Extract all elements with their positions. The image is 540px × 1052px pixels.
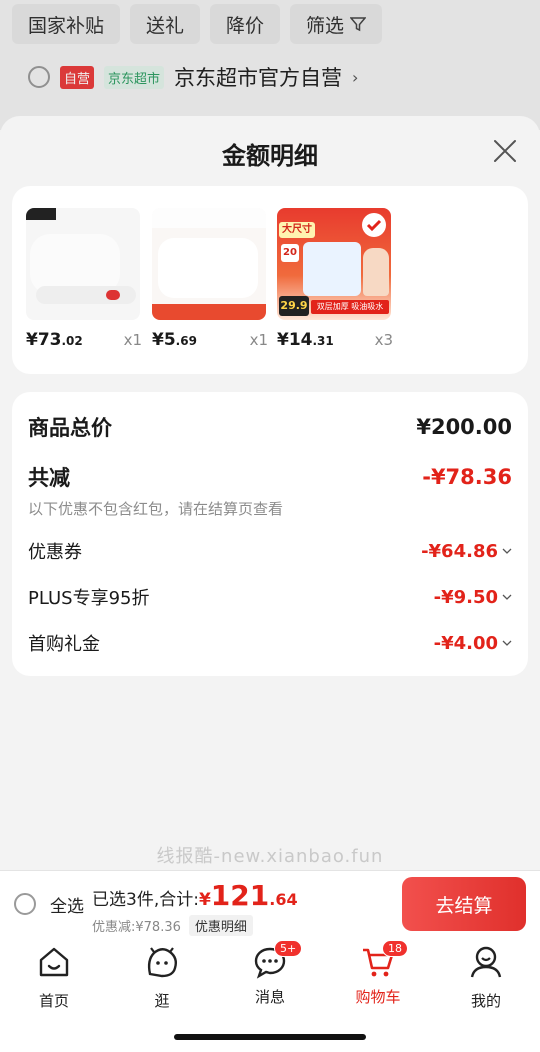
product-price: ¥14.31 bbox=[277, 330, 334, 350]
summary-label: 已选3件,合计: bbox=[92, 890, 199, 910]
product-item[interactable]: ¥5.69 x1 bbox=[152, 208, 268, 350]
amount-detail-sheet: 金额明细 ¥73.02 x1 ¥5.69 x1 大尺寸 20 29.9 双层加厚… bbox=[0, 116, 540, 870]
order-summary: 已选3件,合计: ¥ 121 .64 bbox=[92, 879, 298, 912]
chevron-down-icon bbox=[502, 594, 512, 600]
product-price: ¥5.69 bbox=[152, 330, 197, 350]
tab-label: 购物车 bbox=[355, 988, 401, 1006]
product-price: ¥73.02 bbox=[26, 330, 83, 350]
tab-label: 逛 bbox=[154, 992, 170, 1010]
close-icon[interactable] bbox=[492, 138, 518, 164]
watermark: 线报酷-new.xianbao.fun bbox=[156, 846, 384, 867]
total-amount: 121 bbox=[210, 879, 270, 912]
price-detail-card: 商品总价 ¥200.00 共减 -¥78.36 以下优惠不包含红包，请在结算页查… bbox=[12, 392, 528, 676]
product-tag: 大尺寸 bbox=[279, 222, 315, 238]
discount-detail-link[interactable]: 优惠明细 bbox=[188, 915, 253, 936]
select-all-label[interactable]: 全选 bbox=[50, 892, 84, 917]
currency-symbol: ¥ bbox=[198, 890, 211, 910]
total-reduction-value: -¥78.36 bbox=[422, 465, 512, 489]
checkout-bar: 全选 已选3件,合计: ¥ 121 .64 优惠减:¥78.36 优惠明细 去结… bbox=[0, 870, 540, 936]
total-price-value: ¥200.00 bbox=[416, 415, 512, 439]
browse-icon bbox=[147, 947, 178, 978]
first-purchase-value: -¥4.00 bbox=[433, 632, 498, 654]
check-badge-icon bbox=[362, 213, 386, 237]
checkout-button[interactable]: 去结算 bbox=[402, 877, 526, 931]
product-image bbox=[152, 208, 266, 320]
product-item[interactable]: ¥73.02 x1 bbox=[26, 208, 142, 350]
chevron-down-icon bbox=[502, 640, 512, 646]
select-all-radio[interactable] bbox=[14, 893, 36, 915]
coupon-value: -¥64.86 bbox=[421, 540, 498, 562]
tab-label: 消息 bbox=[254, 988, 285, 1006]
message-badge: 5+ bbox=[274, 940, 303, 957]
tab-label: 我的 bbox=[470, 992, 501, 1010]
tab-home[interactable]: 首页 bbox=[14, 944, 94, 1011]
product-qty: x1 bbox=[123, 331, 142, 349]
total-reduction-row: 共减 -¥78.36 bbox=[28, 462, 512, 492]
home-indicator bbox=[174, 1034, 366, 1040]
tab-cart[interactable]: 18 购物车 bbox=[338, 940, 418, 1007]
coupon-row[interactable]: 优惠券 -¥64.86 bbox=[28, 538, 512, 564]
reduction-note: 以下优惠不包含红包，请在结算页查看 bbox=[28, 500, 284, 518]
tab-browse[interactable]: 逛 bbox=[122, 944, 202, 1011]
product-image: 大尺寸 20 29.9 双层加厚 吸油吸水 bbox=[277, 208, 391, 320]
plus-discount-row[interactable]: PLUS专享95折 -¥9.50 bbox=[28, 584, 512, 610]
product-qty: x1 bbox=[249, 331, 268, 349]
home-icon bbox=[39, 947, 69, 977]
sheet-title: 金额明细 bbox=[222, 142, 318, 170]
price-badge: 29.9 bbox=[279, 296, 309, 316]
tab-messages[interactable]: 5+ 消息 bbox=[230, 940, 310, 1007]
plus-discount-value: -¥9.50 bbox=[433, 586, 498, 608]
product-caption: 双层加厚 吸油吸水 bbox=[311, 300, 389, 314]
total-price-row: 商品总价 ¥200.00 bbox=[28, 412, 512, 442]
coupon-label: 优惠券 bbox=[28, 542, 82, 563]
total-amount-decimal: .64 bbox=[269, 890, 298, 909]
plus-discount-label: PLUS专享95折 bbox=[28, 588, 150, 609]
tab-label: 首页 bbox=[38, 992, 69, 1010]
first-purchase-row[interactable]: 首购礼金 -¥4.00 bbox=[28, 630, 512, 656]
discount-text: 优惠减:¥78.36 bbox=[92, 920, 181, 935]
total-price-label: 商品总价 bbox=[28, 416, 112, 440]
cart-badge: 18 bbox=[382, 940, 408, 957]
first-purchase-label: 首购礼金 bbox=[28, 634, 100, 655]
product-qty: x3 bbox=[374, 331, 393, 349]
background-overlay[interactable] bbox=[0, 0, 540, 130]
total-reduction-label: 共减 bbox=[28, 466, 70, 490]
product-item[interactable]: 大尺寸 20 29.9 双层加厚 吸油吸水 ¥14.31 x3 bbox=[277, 208, 393, 350]
product-image bbox=[26, 208, 140, 320]
chevron-down-icon bbox=[502, 548, 512, 554]
tab-profile[interactable]: 我的 bbox=[446, 944, 526, 1011]
product-list-card: ¥73.02 x1 ¥5.69 x1 大尺寸 20 29.9 双层加厚 吸油吸水… bbox=[12, 186, 528, 374]
roll-count: 20 bbox=[281, 244, 299, 262]
profile-icon bbox=[470, 946, 502, 978]
